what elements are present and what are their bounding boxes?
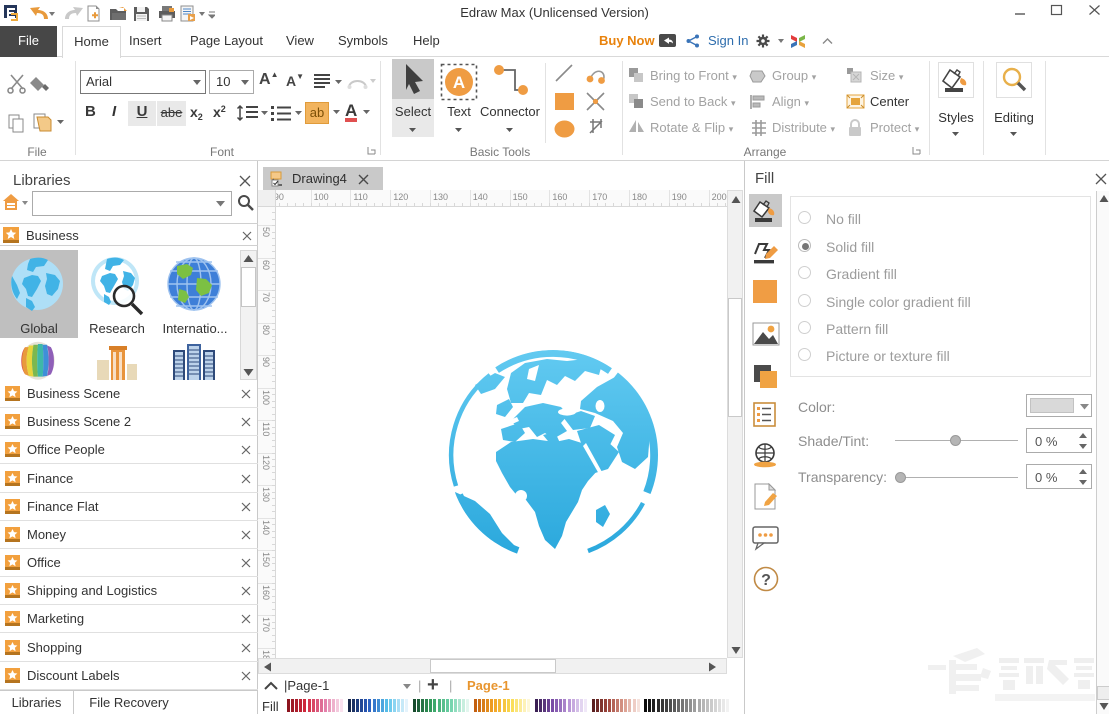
svg-text:?: ?: [761, 572, 771, 589]
svg-text:A: A: [453, 73, 465, 92]
